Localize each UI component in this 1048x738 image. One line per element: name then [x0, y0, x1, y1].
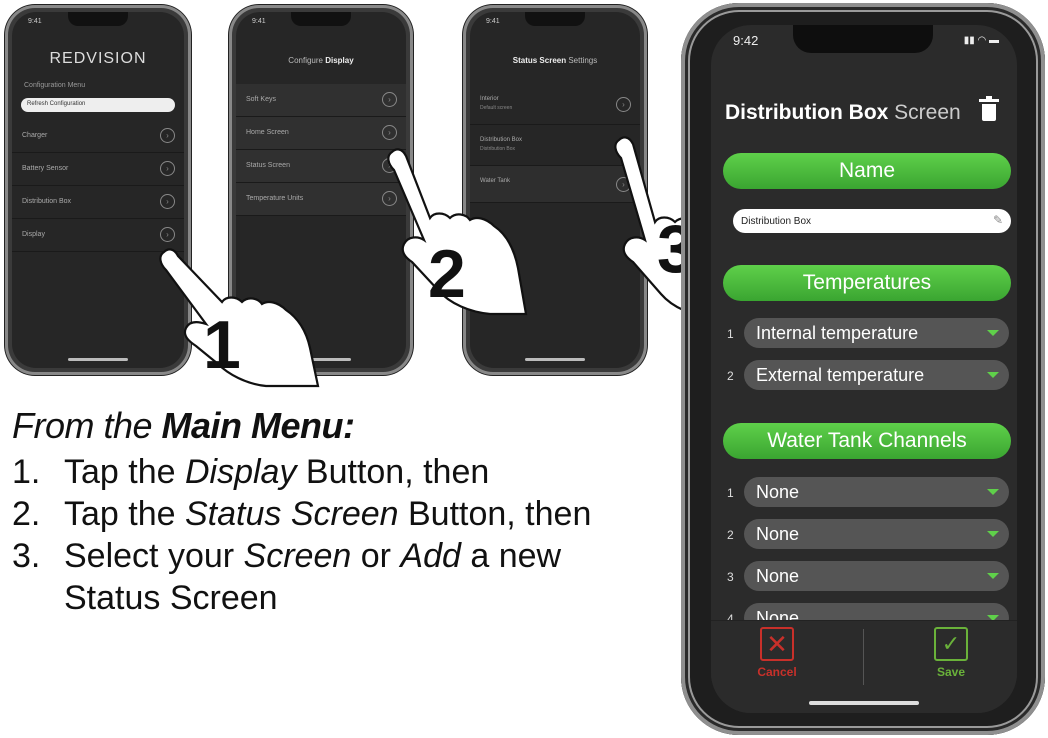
save-button[interactable]: ✓ Save — [921, 627, 981, 687]
cancel-button[interactable]: ✕ Cancel — [747, 627, 807, 687]
home-indicator — [525, 358, 585, 361]
trash-icon[interactable] — [979, 96, 999, 121]
chevron-icon: › — [160, 161, 175, 176]
home-indicator — [809, 701, 919, 705]
refresh-config-button[interactable]: Refresh Configuration — [21, 98, 175, 112]
status-time: 9:41 — [28, 18, 42, 25]
status-time: 9:42 — [733, 33, 759, 48]
water-tank-select-2[interactable]: None — [744, 519, 1009, 549]
instruction-step: 1. Tap the Display Button, then — [12, 453, 490, 491]
phone-distribution-box-screen: 9:42 ▮▮ ◠ ▬ Distribution Box Screen Name… — [681, 3, 1045, 735]
chevron-icon: › — [382, 125, 397, 140]
menu-item-charger[interactable]: Charger › — [12, 120, 184, 153]
dropdown-arrow-icon — [987, 489, 999, 495]
temperatures-section-header: Temperatures — [723, 265, 1011, 301]
save-icon: ✓ — [934, 627, 968, 661]
temperature-select-1[interactable]: Internal temperature — [744, 318, 1009, 348]
save-label: Save — [936, 665, 966, 679]
status-time: 9:41 — [252, 18, 266, 25]
page-title: Distribution Box Screen — [725, 101, 961, 124]
menu-item-soft-keys[interactable]: Soft Keys › — [236, 84, 406, 117]
status-icons: ▮▮ ◠ ▬ — [963, 35, 999, 46]
phone-screen: 9:42 ▮▮ ◠ ▬ Distribution Box Screen Name… — [711, 25, 1017, 713]
chevron-icon: › — [382, 92, 397, 107]
screen-title: Status Screen Settings — [512, 56, 598, 65]
instructions: From the Main Menu: 1. Tap the Display Bu… — [12, 405, 591, 619]
screen-item-interior[interactable]: Interior Default screen › — [470, 84, 640, 125]
name-input-value: Distribution Box — [741, 216, 812, 227]
chevron-icon: › — [160, 128, 175, 143]
chevron-icon: › — [616, 97, 631, 112]
phone-notch — [291, 12, 351, 26]
water-tank-section-header: Water Tank Channels — [723, 423, 1011, 459]
instructions-intro: From the Main Menu: — [12, 405, 355, 446]
dropdown-arrow-icon — [987, 531, 999, 537]
step-number-1: 1 — [203, 307, 241, 383]
chevron-icon: › — [160, 194, 175, 209]
divider — [863, 629, 864, 685]
screen-title: Configure Display — [288, 56, 354, 65]
instruction-steps: 1. Tap the Display Button, then 2. Tap the… — [12, 451, 591, 619]
menu-item-battery[interactable]: Battery Sensor › — [12, 153, 184, 186]
dropdown-arrow-icon — [987, 573, 999, 579]
water-tank-select-3[interactable]: None — [744, 561, 1009, 591]
step-number-2: 2 — [428, 236, 466, 312]
water-tank-select-1[interactable]: None — [744, 477, 1009, 507]
dropdown-arrow-icon — [987, 372, 999, 378]
cancel-label: Cancel — [757, 665, 797, 679]
instruction-step: 3. Select your Screen or Add a new Status … — [12, 537, 562, 617]
dropdown-arrow-icon — [987, 330, 999, 336]
logo: REDVISION — [49, 50, 147, 67]
refresh-config-label: Refresh Configuration — [27, 101, 86, 107]
phone-notch — [68, 12, 128, 26]
name-input[interactable]: Distribution Box ✎ — [733, 209, 1011, 233]
menu-subtitle: Configuration Menu — [24, 82, 86, 89]
temperature-select-2[interactable]: External temperature — [744, 360, 1009, 390]
phone-notch — [525, 12, 585, 26]
home-indicator — [68, 358, 128, 361]
cancel-icon: ✕ — [760, 627, 794, 661]
instruction-step: 2. Tap the Status Screen Button, then — [12, 495, 592, 533]
pencil-icon: ✎ — [992, 213, 1003, 227]
action-bar: ✕ Cancel ✓ Save — [711, 620, 1017, 713]
name-section-header: Name — [723, 153, 1011, 189]
phone-notch — [793, 25, 933, 53]
status-time: 9:41 — [486, 18, 500, 25]
menu-item-distribution[interactable]: Distribution Box › — [12, 186, 184, 219]
